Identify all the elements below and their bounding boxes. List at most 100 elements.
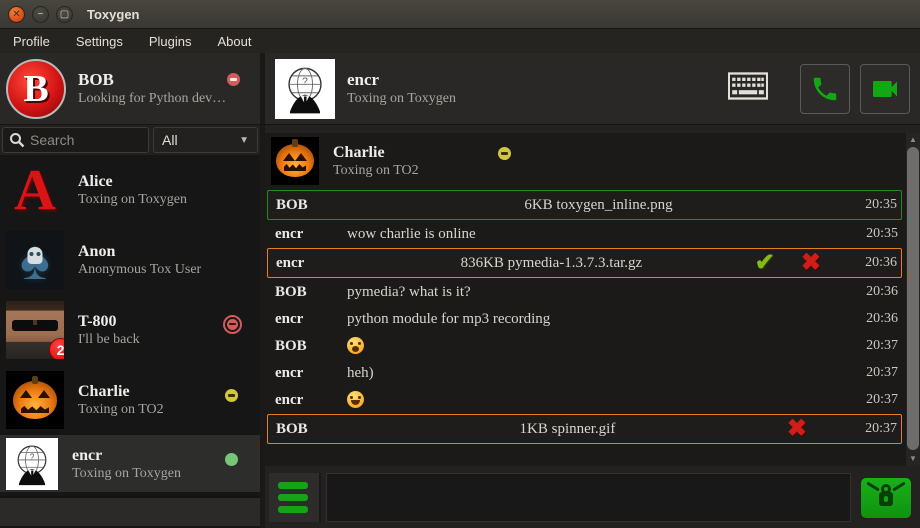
contact-status-message: I'll be back — [78, 332, 140, 348]
message-text: python module for mp3 recording — [347, 311, 850, 328]
message-text: wow charlie is online — [347, 226, 850, 243]
message-sender: encr — [268, 255, 348, 272]
minimize-window-button[interactable]: − — [32, 6, 49, 23]
self-status-message: Looking for Python dev… — [78, 91, 226, 107]
self-avatar: B — [6, 59, 66, 119]
contact-name: T-800 — [78, 312, 140, 332]
file-name: 6KB toxygen_inline.png — [348, 197, 849, 214]
encr-avatar: ? — [6, 438, 58, 490]
contact-anon[interactable]: ♠ Anon Anonymous Tox User — [0, 225, 260, 295]
self-name: BOB — [78, 70, 226, 90]
search-box[interactable] — [2, 127, 149, 153]
menu-settings[interactable]: Settings — [63, 34, 136, 49]
video-call-button[interactable] — [860, 64, 910, 114]
message-sender: encr — [267, 392, 347, 409]
contact-name: Anon — [78, 242, 201, 262]
phone-icon — [810, 74, 840, 104]
message-time: 20:37 — [849, 421, 901, 437]
online-status-icon — [225, 453, 238, 466]
contact-status-message: Toxing on Toxygen — [72, 466, 181, 482]
decline-file-button[interactable]: ✖ — [801, 251, 821, 275]
menu-bar: Profile Settings Plugins About — [0, 29, 920, 53]
history-contact-charlie[interactable]: Charlie Toxing on TO2 — [265, 133, 904, 188]
charlie-avatar — [6, 371, 64, 429]
message-text — [347, 391, 850, 410]
menu-about[interactable]: About — [204, 34, 264, 49]
contact-encr[interactable]: ? encr Toxing on Toxygen — [0, 435, 260, 492]
message-file-transfer[interactable]: BOB 1KB spinner.gif ✖ 20:37 — [267, 414, 902, 444]
pumpkin-icon — [13, 381, 57, 419]
message-file-transfer[interactable]: BOB 6KB toxygen_inline.png 20:35 — [267, 190, 902, 220]
search-input[interactable] — [30, 132, 142, 148]
chat-contact-name: encr — [347, 70, 456, 90]
shocked-emoji-icon — [347, 337, 364, 354]
message-file-transfer[interactable]: encr 836KB pymedia-1.3.7.3.tar.gz ✔ ✖ 20… — [267, 248, 902, 278]
message-time: 20:37 — [850, 365, 902, 381]
contact-status-message: Anonymous Tox User — [78, 262, 201, 278]
contact-charlie[interactable]: Charlie Toxing on TO2 — [0, 365, 260, 435]
message-time: 20:36 — [850, 284, 902, 300]
message: encr 20:37 — [267, 387, 902, 413]
history-scrollbar[interactable]: ▲ ▼ — [906, 133, 920, 466]
message-time: 20:35 — [850, 226, 902, 242]
anon-avatar: ♠ — [6, 231, 64, 289]
message-sender: BOB — [267, 284, 347, 301]
t800-avatar: 2 — [6, 301, 64, 359]
message-history: Charlie Toxing on TO2 BOB 6KB toxygen_in… — [265, 133, 920, 466]
file-name: 1KB spinner.gif — [348, 421, 787, 438]
file-name: 836KB pymedia-1.3.7.3.tar.gz — [348, 255, 755, 272]
search-icon — [9, 132, 25, 148]
message: encr heh) 20:37 — [267, 360, 902, 386]
message-input[interactable] — [326, 473, 851, 522]
message: encr wow charlie is online 20:35 — [267, 221, 902, 247]
pumpkin-icon — [276, 144, 314, 177]
toxygen-window: ✕ − ▢ Toxygen Profile Settings Plugins A… — [0, 0, 920, 528]
menu-profile[interactable]: Profile — [0, 34, 63, 49]
message-sender: encr — [267, 311, 347, 328]
title-bar: ✕ − ▢ Toxygen — [0, 0, 920, 29]
menu-plugins[interactable]: Plugins — [136, 34, 205, 49]
left-footer-panel — [0, 496, 260, 526]
message-sender: encr — [267, 365, 347, 382]
chat-panel: Charlie Toxing on TO2 BOB 6KB toxygen_in… — [265, 125, 920, 528]
away-status-icon — [498, 147, 511, 160]
message-sender: BOB — [268, 421, 348, 438]
keyboard-icon[interactable] — [728, 72, 768, 105]
message: BOB pymedia? what is it? 20:36 — [267, 279, 902, 305]
scroll-down-arrow[interactable]: ▼ — [906, 453, 920, 465]
smileys-menu-button[interactable] — [269, 473, 321, 522]
hamburger-icon — [278, 482, 308, 489]
chat-contact-avatar: ? — [275, 59, 335, 119]
contact-name: Charlie — [78, 382, 164, 402]
contact-status-message: Toxing on TO2 — [78, 402, 164, 418]
audio-call-button[interactable] — [800, 64, 850, 114]
close-window-button[interactable]: ✕ — [8, 6, 25, 23]
message-text: pymedia? what is it? — [347, 284, 850, 301]
svg-text:?: ? — [30, 451, 35, 461]
maximize-window-button[interactable]: ▢ — [56, 6, 73, 23]
decline-file-button[interactable]: ✖ — [787, 417, 807, 441]
filter-value: All — [162, 132, 178, 148]
busy-new-message-status-icon — [223, 315, 242, 334]
send-encrypted-icon — [861, 478, 911, 518]
scroll-up-arrow[interactable]: ▲ — [906, 134, 920, 146]
charlie-avatar — [271, 137, 319, 185]
contact-list: A Alice Toxing on Toxygen ♠ Anon Anonymo… — [0, 155, 260, 528]
contact-filter-dropdown[interactable]: All ▼ — [153, 127, 258, 153]
window-title: Toxygen — [87, 7, 140, 22]
message: BOB 20:37 — [267, 333, 902, 359]
away-status-icon — [225, 389, 238, 402]
send-message-button[interactable] — [856, 473, 916, 522]
accept-file-button[interactable]: ✔ — [755, 251, 775, 275]
chat-contact-status-message: Toxing on Toxygen — [347, 91, 456, 107]
message-time: 20:36 — [850, 311, 902, 327]
message-sender: encr — [267, 226, 347, 243]
contact-alice[interactable]: A Alice Toxing on Toxygen — [0, 155, 260, 225]
self-profile[interactable]: B BOB Looking for Python dev… — [0, 53, 265, 124]
chat-header: ? encr Toxing on Toxygen — [265, 53, 920, 124]
contact-t800[interactable]: 2 T-800 I'll be back — [0, 295, 260, 365]
scrollbar-thumb[interactable] — [907, 147, 919, 450]
smile-emoji-icon — [347, 391, 364, 408]
message: encr python module for mp3 recording 20:… — [267, 306, 902, 332]
composer — [265, 466, 920, 528]
